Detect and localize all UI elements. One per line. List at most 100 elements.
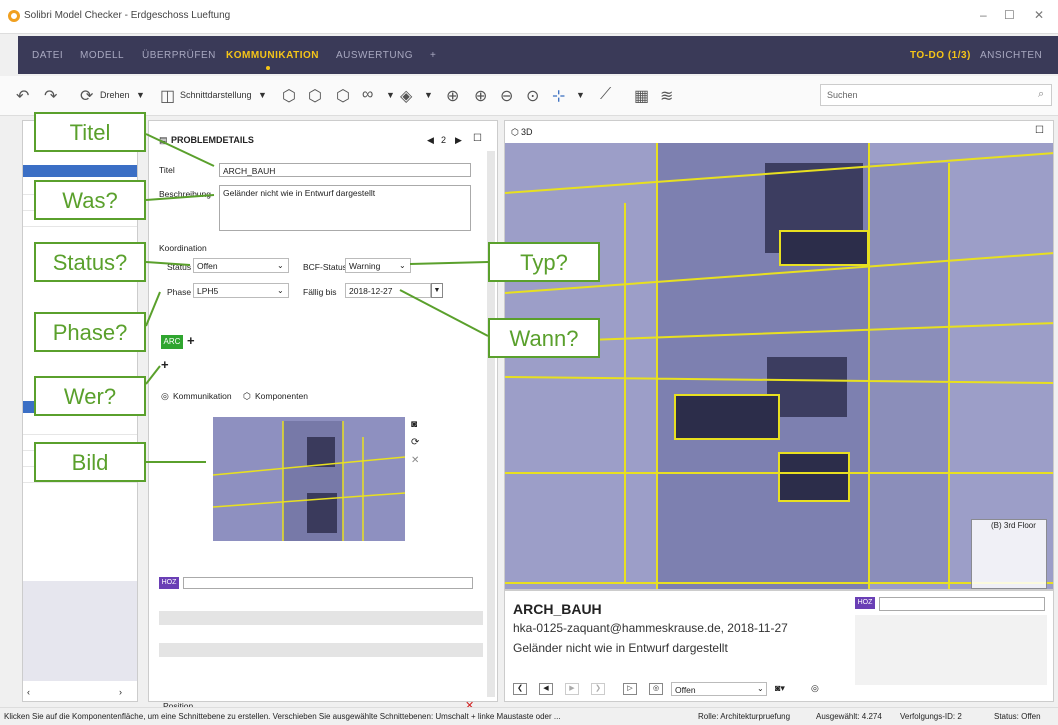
binocular-icon[interactable]: ∞ <box>362 86 373 104</box>
model-select-icon[interactable]: ⬡ <box>308 86 322 106</box>
viewer-title: 3D <box>521 127 533 137</box>
next-issue-icon[interactable]: ▶ <box>565 683 579 695</box>
app-logo-icon <box>8 10 20 22</box>
map-icon[interactable]: ▦ <box>634 86 649 106</box>
bcf-export-icon[interactable]: ◎ <box>811 683 819 694</box>
comment-row <box>159 611 483 625</box>
status-bar: Klicken Sie auf die Komponentenfläche, u… <box>0 707 1058 725</box>
rotate-icon[interactable]: ⟳ <box>80 86 93 106</box>
info-author: hka-0125-zaquant@hammeskrause.de, 2018-1… <box>513 621 788 635</box>
menu-bar: DATEI MODELL ÜBERPRÜFEN KOMMUNIKATION AU… <box>18 36 1058 74</box>
chevron-down-icon[interactable]: ▼ <box>258 90 267 100</box>
issue-list-item-selected[interactable] <box>23 165 137 177</box>
cube-icon[interactable]: ◈ <box>400 86 412 106</box>
refresh-icon[interactable]: ⟳ <box>411 437 419 448</box>
todo-link[interactable]: TO-DO (1/3) <box>910 50 971 61</box>
section-button[interactable]: Schnittdarstellung <box>180 90 252 100</box>
layers-icon[interactable]: ≋ <box>660 86 673 106</box>
rotate-button[interactable]: Drehen <box>100 90 130 100</box>
floor-label: (B) 3rd Floor <box>991 521 1036 530</box>
tab-kommunikation[interactable]: Kommunikation <box>173 391 232 401</box>
chevron-down-icon[interactable]: ▼ <box>136 90 145 100</box>
camera-icon[interactable]: ◙ <box>411 419 417 430</box>
menu-datei[interactable]: DATEI <box>32 50 63 61</box>
panel-title: PROBLEMDETAILS <box>171 135 254 145</box>
scroll-left-icon[interactable]: ‹ <box>27 687 30 697</box>
last-issue-icon[interactable]: ❯ <box>591 683 605 695</box>
due-date-input[interactable]: 2018-12-27 <box>345 283 431 298</box>
chevron-down-icon[interactable]: ⌄ <box>757 684 764 693</box>
prev-icon[interactable]: ◀ <box>427 135 434 146</box>
maximize-icon[interactable]: ☐ <box>1004 8 1015 22</box>
maximize-viewer-icon[interactable]: ☐ <box>1035 125 1044 136</box>
add-responsibility-icon[interactable]: + <box>187 333 195 348</box>
hoz-badge: HOZ <box>855 597 875 609</box>
list-empty-area <box>23 581 137 681</box>
search-input[interactable]: Suchen <box>820 84 1052 106</box>
titel-label: Titel <box>159 165 175 175</box>
maximize-panel-icon[interactable]: ☐ <box>473 133 482 144</box>
info-title: ARCH_BAUH <box>513 601 602 617</box>
comment-icon: ◎ <box>161 391 169 401</box>
issue-info-panel: ARCH_BAUH hka-0125-zaquant@hammeskrause.… <box>504 590 1054 702</box>
list-item[interactable] <box>23 421 137 435</box>
camera-icon[interactable]: ◙▾ <box>775 683 785 694</box>
titel-input[interactable]: ARCH_BAUH <box>219 163 471 177</box>
menu-ueberpruefen[interactable]: ÜBERPRÜFEN <box>142 50 216 61</box>
minimize-icon[interactable]: – <box>980 8 987 22</box>
phase-select[interactable]: LPH5 <box>193 283 289 298</box>
beschreibung-input[interactable]: Geländer nicht wie in Entwurf dargestell… <box>219 185 471 231</box>
undo-icon[interactable]: ↶ <box>16 86 29 106</box>
responsibility-tag[interactable]: ARC <box>161 335 183 349</box>
info-status-select[interactable]: Offen <box>671 682 767 696</box>
comment-input[interactable] <box>183 577 473 589</box>
zoom-out-icon[interactable]: ⊖ <box>500 86 513 106</box>
status-hint: Klicken Sie auf die Komponentenfläche, u… <box>4 712 561 721</box>
search-icon[interactable]: ⌕ <box>1038 88 1044 101</box>
chevron-down-icon[interactable]: ▼ <box>424 90 433 100</box>
first-issue-icon[interactable]: ❮ <box>513 683 527 695</box>
menu-kommunikation[interactable]: KOMMUNIKATION <box>226 50 319 61</box>
menu-auswertung[interactable]: AUSWERTUNG <box>336 50 413 61</box>
add-label-icon[interactable]: + <box>161 357 169 372</box>
close-icon[interactable]: ✕ <box>1034 8 1044 22</box>
chevron-down-icon[interactable]: ▼ <box>576 90 585 100</box>
beschreibung-label: Beschreibung <box>159 189 211 199</box>
info-comment-input[interactable] <box>879 597 1045 611</box>
chevron-down-icon[interactable]: ▼ <box>386 90 395 100</box>
zoom-in-icon[interactable]: ⊕ <box>474 86 487 106</box>
info-description: Geländer nicht wie in Entwurf dargestell… <box>513 641 728 655</box>
comment-icon[interactable]: ◎ <box>649 683 663 695</box>
details-scrollbar[interactable] <box>487 151 495 697</box>
callout-phase: Phase? <box>34 312 146 352</box>
phase-label: Phase <box>167 287 192 297</box>
problem-details-panel: ▤ PROBLEMDETAILS ◀ 2 ▶ ☐ Titel ARCH_BAUH… <box>148 120 498 712</box>
model-view-icon[interactable]: ⬡ <box>282 86 296 106</box>
zoom-fit-icon[interactable]: ⊕ <box>446 86 459 106</box>
measure-icon[interactable]: ⟋ <box>600 86 611 104</box>
select-tool-icon[interactable]: ⊹ <box>552 86 565 106</box>
menu-add-tab[interactable]: + <box>430 50 436 61</box>
menu-modell[interactable]: MODELL <box>80 50 124 61</box>
prev-issue-icon[interactable]: ◀ <box>539 683 553 695</box>
slideshow-icon[interactable]: ▷ <box>623 683 637 695</box>
calendar-dropdown-icon[interactable]: ▼ <box>431 283 443 298</box>
chevron-down-icon[interactable]: ⌄ <box>277 286 284 295</box>
component-icon: ⬡ <box>243 391 251 401</box>
delete-icon[interactable]: ✕ <box>411 455 419 466</box>
faellig-label: Fällig bis <box>303 287 337 297</box>
redo-icon[interactable]: ↷ <box>44 86 57 106</box>
chevron-down-icon[interactable]: ⌄ <box>399 261 406 270</box>
ansichten-link[interactable]: ANSICHTEN <box>980 50 1042 61</box>
section-icon[interactable]: ◫ <box>160 86 175 106</box>
window-titlebar: Solibri Model Checker - Erdgeschoss Luef… <box>0 0 1058 34</box>
model-hide-icon[interactable]: ⬡ <box>336 86 350 106</box>
chevron-down-icon[interactable]: ⌄ <box>277 261 284 270</box>
tab-komponenten[interactable]: Komponenten <box>255 391 308 401</box>
status-select[interactable]: Offen <box>193 258 289 273</box>
zoom-window-icon[interactable]: ⊙ <box>526 86 539 106</box>
scroll-right-icon[interactable]: › <box>119 687 122 697</box>
comment-list <box>855 615 1047 685</box>
callout-titel: Titel <box>34 112 146 152</box>
next-icon[interactable]: ▶ <box>455 135 462 146</box>
